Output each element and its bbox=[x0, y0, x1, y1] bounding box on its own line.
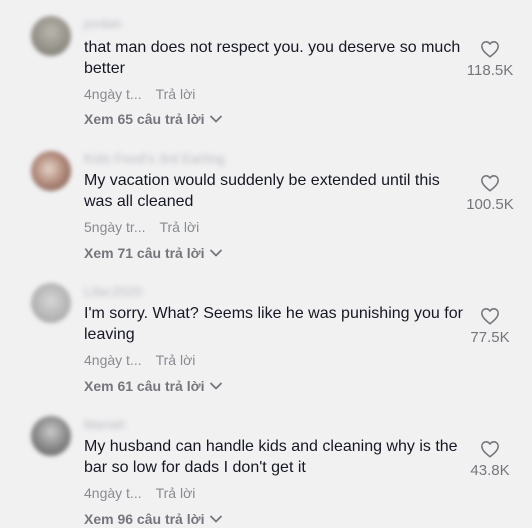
view-replies-label: Xem 71 câu trả lời bbox=[84, 245, 205, 261]
like-count: 118.5K bbox=[466, 62, 514, 79]
reply-button[interactable]: Trả lời bbox=[156, 485, 196, 501]
heart-outline-icon[interactable] bbox=[480, 307, 500, 325]
reply-button[interactable]: Trả lời bbox=[156, 352, 196, 368]
comment-username[interactable]: Mariah bbox=[84, 417, 126, 432]
avatar[interactable] bbox=[31, 283, 71, 323]
heart-outline-icon[interactable] bbox=[480, 440, 500, 458]
reply-button[interactable]: Trả lời bbox=[156, 86, 196, 102]
view-replies-button[interactable]: Xem 61 câu trả lời bbox=[84, 378, 223, 394]
chevron-down-icon bbox=[210, 382, 223, 390]
comment-time: 4ngày t... bbox=[84, 352, 142, 368]
chevron-down-icon bbox=[210, 115, 223, 123]
comment-meta: 5ngày tr... Trả lời bbox=[84, 219, 199, 235]
comment-text: My vacation would suddenly be extended u… bbox=[84, 172, 440, 210]
comment-text: I'm sorry. What? Seems like he was punis… bbox=[84, 305, 463, 343]
comment-time: 5ngày tr... bbox=[84, 219, 146, 235]
comment-meta: 4ngày t... Trả lời bbox=[84, 485, 195, 501]
chevron-down-icon bbox=[210, 249, 223, 257]
comment-username[interactable]: Lilac2020 bbox=[84, 284, 142, 299]
view-replies-label: Xem 65 câu trả lời bbox=[84, 111, 205, 127]
heart-outline-icon[interactable] bbox=[480, 174, 500, 192]
view-replies-button[interactable]: Xem 71 câu trả lời bbox=[84, 245, 223, 261]
like-area: 118.5K bbox=[455, 40, 525, 79]
like-count: 100.5K bbox=[466, 196, 514, 213]
comment-time: 4ngày t... bbox=[84, 485, 142, 501]
view-replies-label: Xem 61 câu trả lời bbox=[84, 378, 205, 394]
chevron-down-icon bbox=[210, 515, 223, 523]
avatar[interactable] bbox=[31, 151, 71, 191]
view-replies-label: Xem 96 câu trả lời bbox=[84, 511, 205, 527]
comment-time: 4ngày t... bbox=[84, 86, 142, 102]
comment-text: My husband can handle kids and cleaning … bbox=[84, 438, 458, 476]
comment-meta: 4ngày t... Trả lời bbox=[84, 352, 195, 368]
like-area: 77.5K bbox=[455, 307, 525, 346]
like-area: 100.5K bbox=[455, 174, 525, 213]
comment-meta: 4ngày t... Trả lời bbox=[84, 86, 195, 102]
avatar[interactable] bbox=[31, 416, 71, 456]
comment-text: that man does not respect you. you deser… bbox=[84, 39, 461, 77]
like-area: 43.8K bbox=[455, 440, 525, 479]
avatar[interactable] bbox=[31, 16, 71, 56]
heart-outline-icon[interactable] bbox=[480, 40, 500, 58]
comment-username[interactable]: jordan bbox=[84, 16, 122, 31]
reply-button[interactable]: Trả lời bbox=[159, 219, 199, 235]
view-replies-button[interactable]: Xem 96 câu trả lời bbox=[84, 511, 223, 527]
like-count: 43.8K bbox=[470, 462, 510, 479]
view-replies-button[interactable]: Xem 65 câu trả lời bbox=[84, 111, 223, 127]
comment-username[interactable]: Kids Food's 3rd Earling bbox=[84, 151, 225, 166]
like-count: 77.5K bbox=[470, 329, 510, 346]
